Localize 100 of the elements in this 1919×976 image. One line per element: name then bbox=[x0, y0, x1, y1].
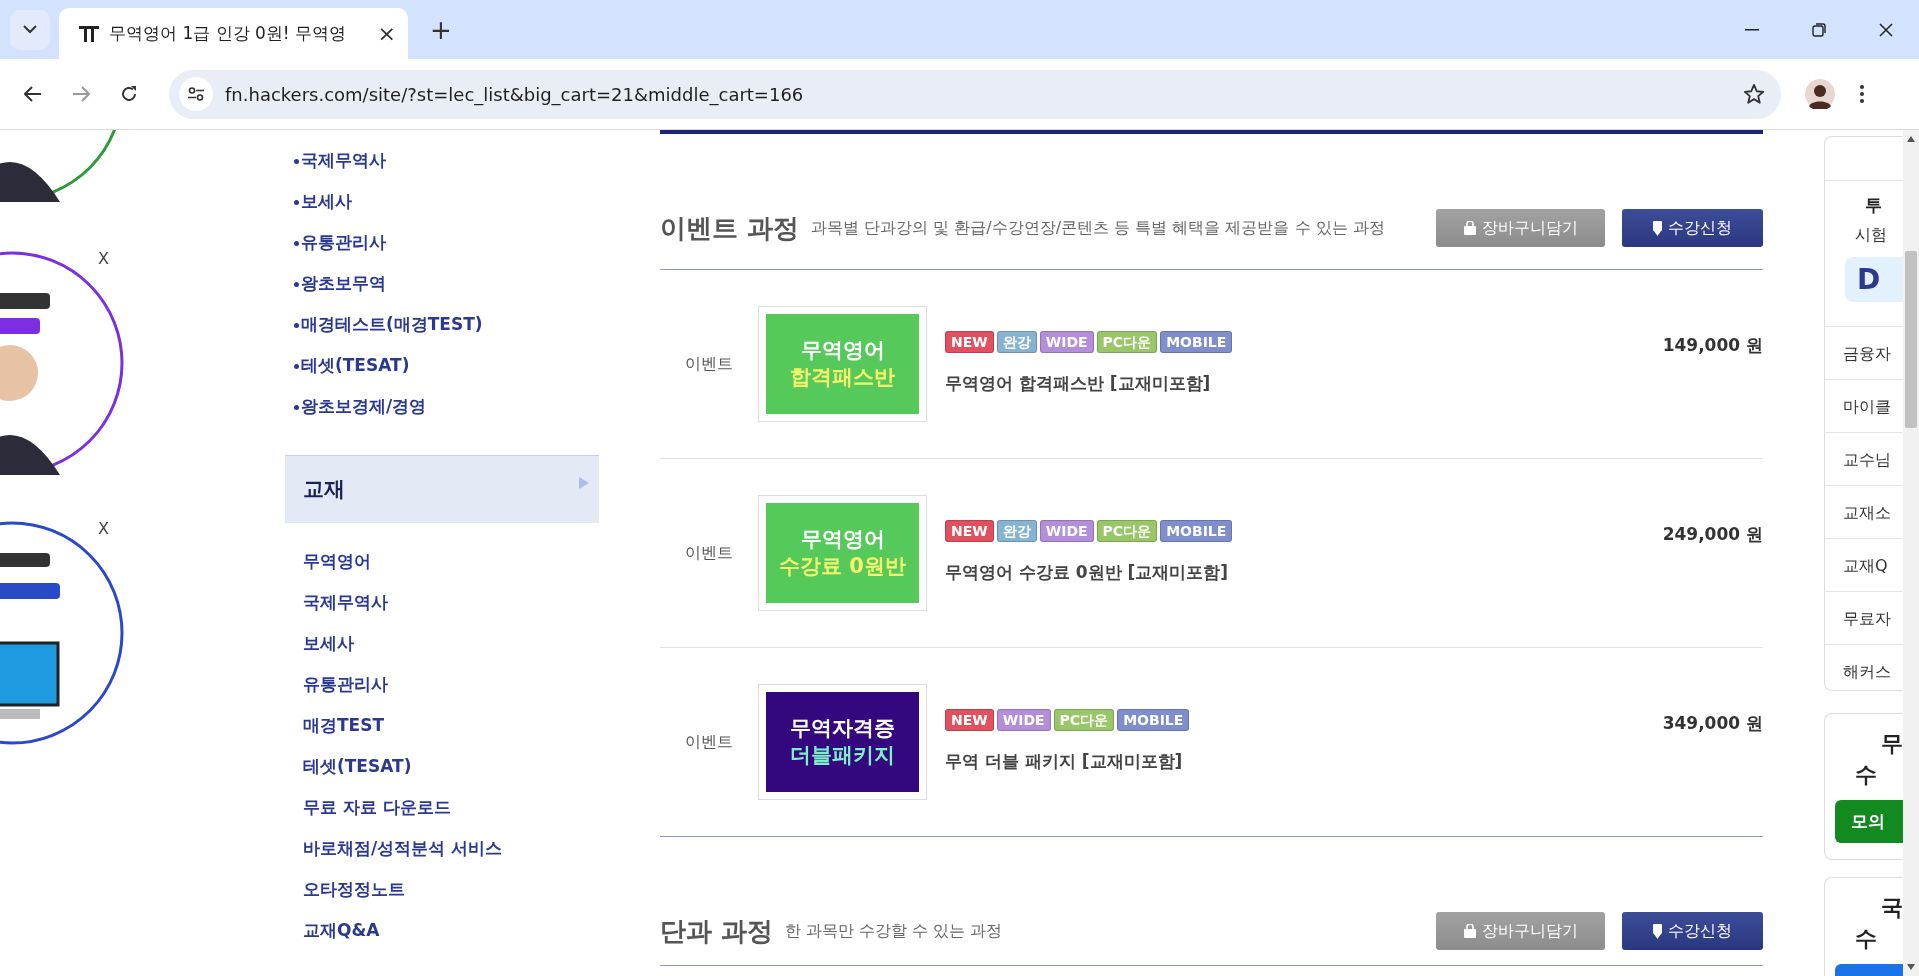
course-price: 349,000 원 bbox=[1662, 712, 1763, 735]
chevron-down-icon bbox=[23, 25, 37, 34]
bullet-icon bbox=[294, 281, 299, 287]
feature-tag: NEW bbox=[945, 331, 994, 354]
enroll-button[interactable]: 수강신청 bbox=[1622, 209, 1763, 247]
sidebar-link[interactable]: 유통관리사 bbox=[285, 664, 599, 705]
feature-tag: 완강 bbox=[996, 331, 1037, 354]
bullet-icon bbox=[294, 158, 299, 164]
url-text: fn.hackers.com/site/?st=lec_list&big_cart=21&middle_cart=166 bbox=[225, 82, 804, 108]
scroll-up-icon[interactable] bbox=[1907, 136, 1915, 142]
promo-text: 수 bbox=[1854, 925, 1878, 953]
close-ad-button[interactable]: X bbox=[98, 521, 109, 537]
feature-tag: MOBILE bbox=[1160, 331, 1233, 354]
bullet-icon bbox=[294, 199, 299, 205]
close-tab-button[interactable]: × bbox=[377, 22, 396, 45]
sidebar-link[interactable]: 무료 자료 다운로드 bbox=[285, 787, 599, 828]
scrollbar-thumb[interactable] bbox=[1905, 251, 1917, 428]
course-price: 249,000 원 bbox=[1662, 523, 1763, 546]
category-label: 이벤트 bbox=[684, 731, 734, 753]
promo-text: 무 bbox=[1880, 730, 1903, 758]
feature-tag: WIDE bbox=[996, 709, 1051, 732]
thumbnail-text: 합격패스반 bbox=[790, 364, 895, 391]
enroll-button[interactable]: 수강신청 bbox=[1622, 912, 1763, 950]
reload-icon bbox=[120, 85, 138, 103]
pen-icon bbox=[1653, 220, 1662, 236]
sidebar-link[interactable]: 매경테스트(매경TEST) bbox=[285, 304, 599, 345]
bullet-icon bbox=[294, 404, 299, 410]
tab-title: 무역영어 1급 인강 0원! 무역영 bbox=[109, 21, 347, 45]
bullet-icon bbox=[294, 322, 299, 328]
promo-button[interactable]: 모의 bbox=[1835, 800, 1903, 843]
sidebar-link[interactable]: 테셋(TESAT) bbox=[285, 746, 599, 787]
panel-heading: 투 bbox=[1864, 194, 1883, 217]
feature-tag: PC다운 bbox=[1096, 331, 1158, 354]
feature-tag: PC다운 bbox=[1096, 520, 1158, 543]
forward-arrow-icon bbox=[72, 86, 90, 102]
thumbnail-text: 수강료 0원반 bbox=[779, 553, 906, 580]
new-tab-button[interactable]: + bbox=[430, 16, 452, 43]
scroll-down-icon[interactable] bbox=[1907, 964, 1915, 970]
sidebar-section-header[interactable]: 교재 bbox=[285, 455, 599, 523]
site-info-icon[interactable] bbox=[179, 77, 213, 111]
bookmark-star-icon[interactable] bbox=[1743, 83, 1765, 105]
sidebar-link[interactable]: 무역영어 bbox=[285, 541, 599, 582]
feature-tag: WIDE bbox=[1039, 520, 1094, 543]
sidebar-link[interactable]: 바로채점/성적분석 서비스 bbox=[285, 828, 599, 869]
section-description: 한 과목만 수강할 수 있는 과정 bbox=[785, 920, 1003, 942]
thumbnail-text: 더블패키지 bbox=[790, 742, 895, 769]
category-label: 이벤트 bbox=[684, 542, 734, 564]
sidebar-link[interactable]: 왕초보무역 bbox=[285, 263, 599, 304]
feature-tag: WIDE bbox=[1039, 331, 1094, 354]
feature-tag: NEW bbox=[945, 520, 994, 543]
shopping-bag-icon bbox=[1463, 221, 1476, 235]
sidebar-link[interactable]: 테셋(TESAT) bbox=[285, 345, 599, 386]
course-title[interactable]: 무역영어 수강료 0원반 [교재미포함] bbox=[945, 560, 1233, 586]
section-title: 교재 bbox=[303, 475, 345, 503]
panel-subheading: 시험 bbox=[1854, 223, 1888, 246]
menu-icon[interactable] bbox=[1860, 85, 1864, 103]
triangle-icon bbox=[579, 476, 589, 489]
feature-tag: MOBILE bbox=[1160, 520, 1233, 543]
thumbnail-text: 무역영어 bbox=[800, 336, 885, 364]
close-ad-button[interactable]: X bbox=[98, 251, 109, 267]
promo-text: 수 bbox=[1854, 761, 1878, 789]
browser-tab[interactable]: 무역영어 1급 인강 0원! 무역영 × bbox=[59, 8, 408, 59]
course-title[interactable]: 무역영어 합격패스반 [교재미포함] bbox=[945, 371, 1233, 397]
bullet-icon bbox=[294, 363, 299, 369]
sidebar-link[interactable]: 오타정정노트 bbox=[285, 869, 599, 910]
site-logo-icon bbox=[79, 25, 99, 42]
promo-text: 국 bbox=[1880, 894, 1903, 922]
sidebar-link[interactable]: 매경TEST bbox=[285, 705, 599, 746]
course-price: 149,000 원 bbox=[1662, 334, 1763, 357]
pen-icon bbox=[1653, 923, 1662, 939]
bullet-icon bbox=[294, 240, 299, 246]
sidebar-link[interactable]: 국제무역사 bbox=[285, 582, 599, 623]
address-bar[interactable]: fn.hackers.com/site/?st=lec_list&big_cart=21&middle_cart=166 bbox=[169, 69, 1781, 119]
thumbnail-text: 무역영어 bbox=[800, 525, 885, 553]
course-title[interactable]: 무역 더블 패키지 [교재미포함] bbox=[945, 749, 1190, 775]
feature-tag: NEW bbox=[945, 709, 994, 732]
thumbnail-text: 무역자격증 bbox=[790, 714, 895, 742]
category-label: 이벤트 bbox=[684, 353, 734, 375]
section-title: 이벤트 과정 bbox=[660, 211, 800, 245]
course-thumbnail[interactable]: 무역자격증 더블패키지 bbox=[758, 684, 927, 800]
feature-tag: PC다운 bbox=[1053, 709, 1115, 732]
sidebar-link[interactable]: 교재Q&A bbox=[285, 910, 599, 951]
sidebar-link[interactable]: 국제무역사 bbox=[285, 140, 599, 181]
minimize-icon bbox=[1744, 29, 1759, 31]
restore-icon bbox=[1811, 23, 1826, 37]
sidebar-link[interactable]: 왕초보경제/경영 bbox=[285, 386, 599, 427]
back-arrow-icon bbox=[24, 86, 42, 102]
feature-tag: MOBILE bbox=[1117, 709, 1190, 732]
scrollbar[interactable] bbox=[1903, 130, 1919, 976]
sidebar-link[interactable]: 보세사 bbox=[285, 623, 599, 664]
section-description: 과목별 단과강의 및 환급/수강연장/콘텐츠 등 특별 혜택을 제공받을 수 있는 과정 bbox=[811, 217, 1385, 239]
tab-list-button[interactable] bbox=[10, 9, 50, 50]
profile-avatar[interactable] bbox=[1805, 79, 1835, 109]
feature-tag: 완강 bbox=[996, 520, 1037, 543]
shopping-bag-icon bbox=[1463, 924, 1476, 938]
sidebar-link[interactable]: 유통관리사 bbox=[285, 222, 599, 263]
section-title: 단과 과정 bbox=[660, 914, 774, 948]
close-icon bbox=[1878, 23, 1893, 37]
sidebar-link[interactable]: 보세사 bbox=[285, 181, 599, 222]
dday-counter: D bbox=[1845, 256, 1903, 302]
